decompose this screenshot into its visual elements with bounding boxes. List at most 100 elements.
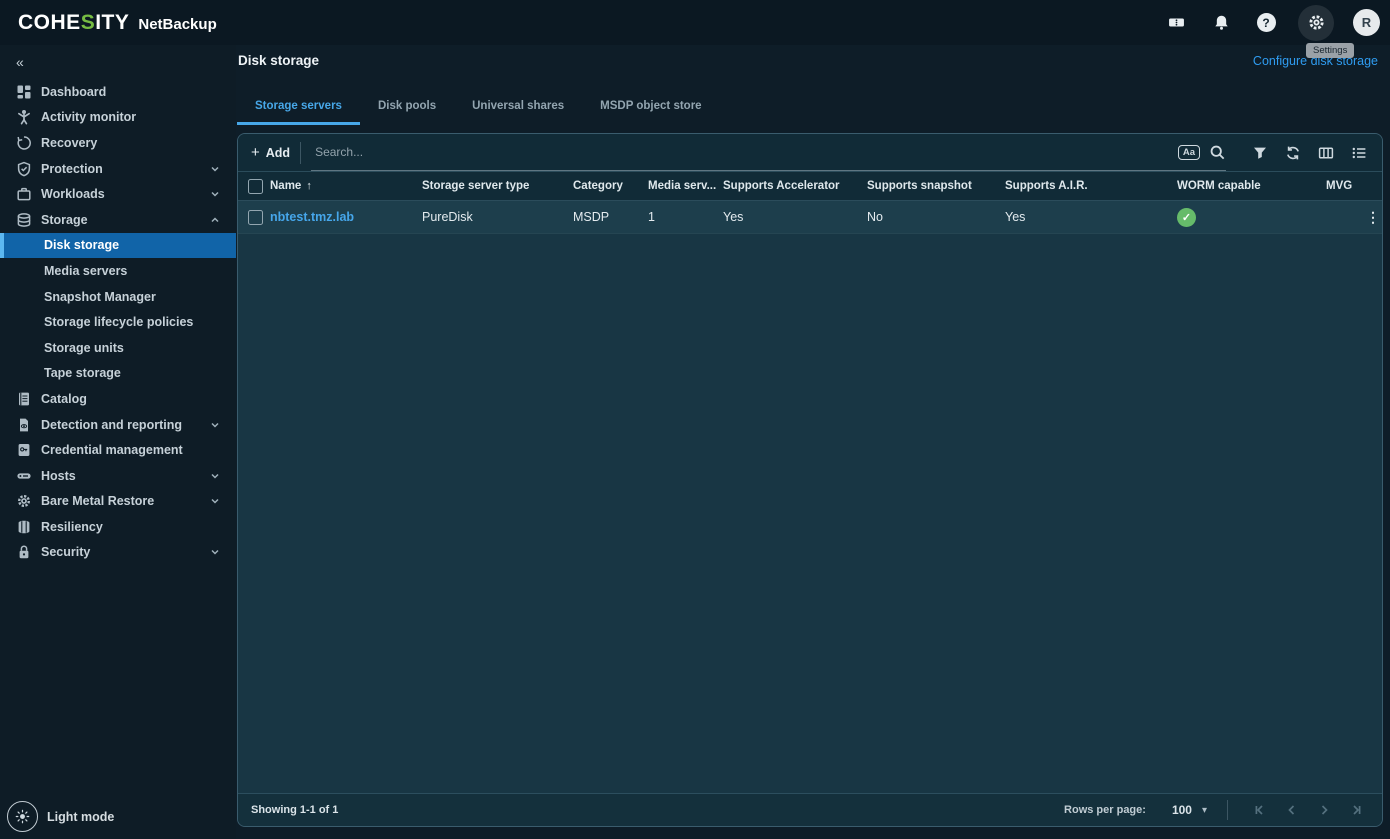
table-toolbar: + Add Aa bbox=[238, 134, 1382, 172]
chevron-up-icon bbox=[210, 215, 220, 225]
shield-icon bbox=[16, 161, 32, 177]
table-footer: Showing 1-1 of 1 Rows per page: 100 ▾ bbox=[238, 793, 1382, 826]
tab-universal-shares[interactable]: Universal shares bbox=[454, 91, 582, 125]
sidebar-item-detection-and-reporting[interactable]: Detection and reporting bbox=[0, 412, 236, 438]
sidebar-collapse-button[interactable]: « bbox=[0, 45, 40, 76]
select-all-checkbox[interactable] bbox=[248, 179, 263, 194]
column-header-storage-server-type[interactable]: Storage server type bbox=[422, 180, 573, 192]
sidebar-item-dashboard[interactable]: Dashboard bbox=[0, 79, 236, 105]
sidebar-item-media-servers[interactable]: Media servers bbox=[0, 258, 236, 284]
host-server-icon bbox=[16, 468, 32, 484]
column-header-name[interactable]: Name↑ bbox=[270, 180, 422, 192]
column-header-category[interactable]: Category bbox=[573, 180, 648, 192]
database-icon bbox=[16, 212, 32, 228]
sidebar-item-protection[interactable]: Protection bbox=[0, 156, 236, 182]
notifications-bell-icon[interactable] bbox=[1208, 10, 1234, 36]
sidebar: « Dashboard Activity monitor Recovery Pr… bbox=[0, 45, 236, 839]
cell-supports-accelerator: Yes bbox=[723, 210, 867, 224]
search-input[interactable] bbox=[311, 145, 1178, 159]
activity-monitor-icon bbox=[16, 109, 32, 125]
briefcase-icon bbox=[16, 186, 32, 202]
row-checkbox[interactable] bbox=[248, 210, 263, 225]
sidebar-item-activity-monitor[interactable]: Activity monitor bbox=[0, 105, 236, 131]
sidebar-item-storage-lifecycle-policies[interactable]: Storage lifecycle policies bbox=[0, 309, 236, 335]
table-empty-area bbox=[238, 234, 1382, 793]
chevron-down-icon bbox=[210, 164, 220, 174]
cell-media-servers: 1 bbox=[648, 210, 723, 224]
chevron-down-icon bbox=[210, 547, 220, 557]
sidebar-item-workloads[interactable]: Workloads bbox=[0, 181, 236, 207]
storage-server-name-link[interactable]: nbtest.tmz.lab bbox=[270, 210, 354, 224]
column-header-media-servers[interactable]: Media serv... bbox=[648, 180, 723, 192]
sidebar-item-tape-storage[interactable]: Tape storage bbox=[0, 361, 236, 387]
main-content: Disk storage Configure disk storage Stor… bbox=[236, 45, 1390, 839]
storage-servers-table-card: + Add Aa bbox=[237, 133, 1383, 827]
light-mode-toggle[interactable]: Light mode bbox=[7, 801, 114, 832]
refresh-icon[interactable] bbox=[1284, 144, 1302, 162]
help-icon[interactable]: ? bbox=[1253, 10, 1279, 36]
catalog-notebook-icon bbox=[16, 391, 32, 407]
columns-icon[interactable] bbox=[1317, 144, 1335, 162]
tab-bar: Storage servers Disk pools Universal sha… bbox=[237, 91, 720, 125]
report-document-eye-icon bbox=[16, 417, 32, 433]
brand-logo: COHESITY NetBackup bbox=[18, 11, 217, 35]
worm-capable-check-icon: ✓ bbox=[1177, 208, 1196, 227]
list-settings-icon[interactable] bbox=[1350, 144, 1368, 162]
match-case-toggle[interactable]: Aa bbox=[1178, 145, 1200, 160]
next-page-button[interactable] bbox=[1311, 797, 1337, 823]
sidebar-item-resiliency[interactable]: Resiliency bbox=[0, 514, 236, 540]
table-header-row: Name↑ Storage server type Category Media… bbox=[238, 172, 1382, 201]
column-header-supports-snapshot[interactable]: Supports snapshot bbox=[867, 180, 1005, 192]
settings-gear-icon[interactable] bbox=[1298, 5, 1334, 41]
user-avatar[interactable]: R bbox=[1353, 9, 1380, 36]
credential-key-icon bbox=[16, 442, 32, 458]
search-icon[interactable] bbox=[1208, 143, 1226, 161]
search-field: Aa bbox=[311, 134, 1226, 171]
sidebar-item-recovery[interactable]: Recovery bbox=[0, 130, 236, 156]
sidebar-item-bare-metal-restore[interactable]: Bare Metal Restore bbox=[0, 489, 236, 515]
table-row: nbtest.tmz.lab PureDisk MSDP 1 Yes No Ye… bbox=[238, 201, 1382, 234]
gear-wrench-icon bbox=[16, 493, 32, 509]
showing-count: Showing 1-1 of 1 bbox=[251, 804, 338, 816]
sidebar-item-storage[interactable]: Storage bbox=[0, 207, 236, 233]
column-header-mvg[interactable]: MVG bbox=[1326, 180, 1366, 192]
sidebar-item-hosts[interactable]: Hosts bbox=[0, 463, 236, 489]
rows-per-page-select[interactable]: 100 ▾ bbox=[1172, 803, 1207, 817]
sidebar-item-disk-storage[interactable]: Disk storage bbox=[0, 233, 236, 259]
column-header-worm-capable[interactable]: WORM capable bbox=[1177, 180, 1326, 192]
chevron-down-icon bbox=[210, 496, 220, 506]
top-bar: COHESITY NetBackup ? R bbox=[0, 0, 1390, 45]
license-ticket-icon[interactable] bbox=[1163, 10, 1189, 36]
tab-storage-servers[interactable]: Storage servers bbox=[237, 91, 360, 125]
footer-divider bbox=[1227, 800, 1228, 820]
cell-supports-snapshot: No bbox=[867, 210, 1005, 224]
filter-icon[interactable] bbox=[1251, 144, 1269, 162]
recovery-history-icon bbox=[16, 135, 32, 151]
chevron-down-icon bbox=[210, 471, 220, 481]
last-page-button[interactable] bbox=[1343, 797, 1369, 823]
tab-disk-pools[interactable]: Disk pools bbox=[360, 91, 454, 125]
first-page-button[interactable] bbox=[1247, 797, 1273, 823]
cell-supports-air: Yes bbox=[1005, 210, 1177, 224]
dashboard-icon bbox=[16, 84, 32, 100]
sidebar-item-storage-units[interactable]: Storage units bbox=[0, 335, 236, 361]
sidebar-item-snapshot-manager[interactable]: Snapshot Manager bbox=[0, 284, 236, 310]
resiliency-cylinder-icon bbox=[16, 519, 32, 535]
chevron-down-icon bbox=[210, 420, 220, 430]
cohesity-logo: COHESITY bbox=[18, 11, 129, 35]
sort-ascending-icon: ↑ bbox=[306, 180, 312, 192]
sun-icon bbox=[7, 801, 38, 832]
column-header-supports-accelerator[interactable]: Supports Accelerator bbox=[723, 180, 867, 192]
tab-msdp-object-store[interactable]: MSDP object store bbox=[582, 91, 719, 125]
row-overflow-menu[interactable]: ⋮ bbox=[1366, 209, 1383, 226]
previous-page-button[interactable] bbox=[1279, 797, 1305, 823]
sidebar-item-security[interactable]: Security bbox=[0, 540, 236, 566]
cell-storage-server-type: PureDisk bbox=[422, 210, 573, 224]
sidebar-item-credential-management[interactable]: Credential management bbox=[0, 437, 236, 463]
page-title: Disk storage bbox=[238, 53, 319, 68]
sidebar-item-catalog[interactable]: Catalog bbox=[0, 386, 236, 412]
toolbar-divider bbox=[300, 142, 301, 164]
add-button[interactable]: + Add bbox=[251, 145, 290, 160]
settings-tooltip: Settings bbox=[1306, 43, 1354, 58]
column-header-supports-air[interactable]: Supports A.I.R. bbox=[1005, 180, 1177, 192]
